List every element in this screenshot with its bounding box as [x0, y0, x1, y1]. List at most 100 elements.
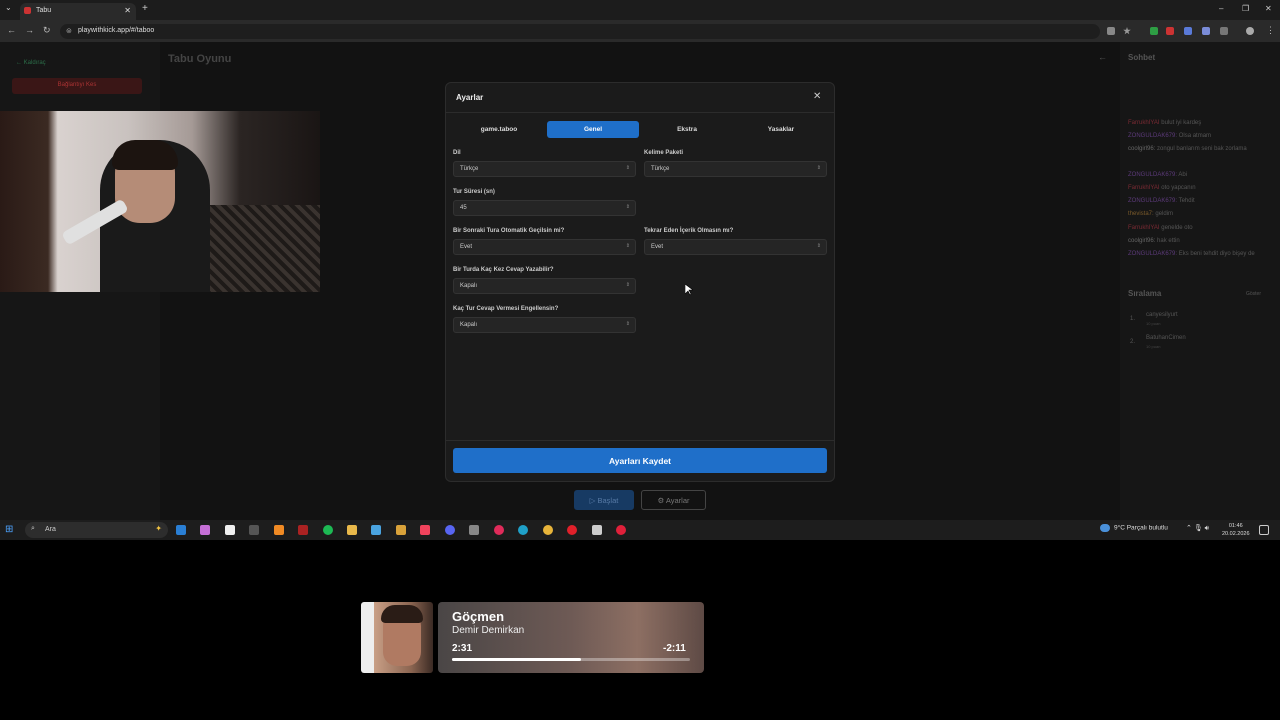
language-select[interactable]: Türkçe ⇕: [453, 161, 636, 177]
ranking-number: 2.: [1130, 339, 1136, 345]
word-pack-select[interactable]: Türkçe ⇕: [644, 161, 827, 177]
ranking-toggle-button[interactable]: Göster: [1246, 291, 1261, 297]
mouse-cursor-icon: [685, 284, 693, 296]
system-tray[interactable]: ⌃ 🎙︎ 🔊︎: [1186, 524, 1209, 533]
edge-icon[interactable]: [518, 525, 528, 535]
terminal-icon[interactable]: [249, 525, 259, 535]
clock-date: 20.02.2026: [1222, 531, 1250, 537]
back-link[interactable]: ← Kaldıraç: [16, 60, 46, 66]
translate-icon[interactable]: [1107, 27, 1115, 35]
site-info-icon[interactable]: ⊜: [66, 27, 72, 35]
tab-game-taboo[interactable]: game.taboo: [453, 121, 545, 138]
volume-icon[interactable]: 🔊︎: [1205, 525, 1209, 532]
chat-message: coolgirl96: hak ettin: [1128, 237, 1276, 245]
modal-divider: [446, 112, 834, 113]
chat-message: ZONGULDAK679: Eks beni tehdit diyo bişey…: [1128, 250, 1276, 258]
outlook-icon[interactable]: [176, 525, 186, 535]
windows-start-icon[interactable]: ⊞: [5, 524, 13, 535]
chrome-icon[interactable]: [543, 525, 553, 535]
record-icon[interactable]: [616, 525, 626, 535]
block-rounds-label: Kaç Tur Cevap Vermesi Engellensin?: [453, 306, 559, 312]
tab-close-icon[interactable]: ✕: [124, 6, 131, 15]
browser-tab[interactable]: Tabu ✕: [20, 3, 136, 20]
block-rounds-select[interactable]: Kapalı ⇕: [453, 317, 636, 333]
taskbar-clock[interactable]: 01:46 20.02.2026: [1222, 522, 1250, 538]
chat-username[interactable]: ZONGULDAK679:: [1128, 133, 1177, 139]
media-icon[interactable]: [298, 525, 308, 535]
reload-icon[interactable]: ↻: [43, 25, 51, 36]
microphone-icon[interactable]: 🎙︎: [1194, 525, 1203, 532]
select-arrows-icon: ⇕: [625, 165, 630, 171]
chat-username[interactable]: coolgirl96:: [1128, 146, 1155, 152]
modal-footer-divider: [446, 440, 834, 441]
extension-pdf-icon[interactable]: [1166, 27, 1174, 35]
language-value: Türkçe: [460, 166, 479, 172]
chat-panel: [1120, 42, 1280, 520]
modal-close-icon[interactable]: ✕: [813, 91, 821, 102]
spotify-icon[interactable]: [323, 525, 333, 535]
stepper-arrows-icon[interactable]: ⇕: [626, 204, 630, 210]
search-placeholder: Ara: [45, 526, 56, 533]
settings-button[interactable]: ⚙ Ayarlar: [641, 490, 706, 510]
music-icon[interactable]: [420, 525, 430, 535]
modal-title: Ayarlar: [456, 93, 484, 102]
extension-grid-icon[interactable]: [1202, 27, 1210, 35]
chat-text: oto yapcanın: [1161, 185, 1196, 191]
tab-ekstra[interactable]: Ekstra: [641, 121, 733, 138]
chat-username[interactable]: ZONGULDAK679:: [1128, 198, 1177, 204]
weather-widget[interactable]: 9°C Parçalı bulutlu: [1100, 524, 1168, 532]
copilot-icon[interactable]: [200, 525, 210, 535]
no-repeat-select[interactable]: Evet ⇕: [644, 239, 827, 255]
chat-username[interactable]: FarrukhIYAI: [1128, 225, 1160, 231]
chat-username[interactable]: FarrukhIYAI: [1128, 185, 1160, 191]
discord-icon[interactable]: [445, 525, 455, 535]
extension-blue-icon[interactable]: [1184, 27, 1192, 35]
taskbar-search[interactable]: ⌕ Ara ✦: [25, 522, 168, 538]
opera-icon[interactable]: [567, 525, 577, 535]
chat-username[interactable]: ZONGULDAK679:: [1128, 172, 1177, 178]
chat-message: FarrukhIYAI genelde oto: [1128, 224, 1276, 232]
extensions-puzzle-icon[interactable]: [1220, 27, 1228, 35]
word-pack-label: Kelime Paketi: [644, 150, 684, 156]
restore-icon[interactable]: ❐: [1242, 4, 1249, 13]
answers-per-round-select[interactable]: Kapalı ⇕: [453, 278, 636, 294]
tv-icon[interactable]: [469, 525, 479, 535]
forward-icon[interactable]: →: [25, 25, 34, 35]
chat-username[interactable]: ZONGULDAK679:: [1128, 251, 1177, 257]
calendar-icon[interactable]: [225, 525, 235, 535]
disconnect-button[interactable]: Bağlantıyı Kes: [12, 78, 142, 94]
ranking-name: BatuhanCimen: [1146, 335, 1186, 341]
shield-app-icon[interactable]: [396, 525, 406, 535]
app-icon[interactable]: [592, 525, 602, 535]
notification-icon[interactable]: [1259, 525, 1269, 535]
new-tab-icon[interactable]: +: [142, 3, 148, 14]
red-app-icon[interactable]: [494, 525, 504, 535]
back-icon[interactable]: ←: [7, 25, 16, 35]
tab-search-icon[interactable]: ⌄: [5, 3, 12, 12]
extension-shield-icon[interactable]: [1150, 27, 1158, 35]
vlc-icon[interactable]: [274, 525, 284, 535]
tray-chevron-icon[interactable]: ⌃: [1186, 525, 1192, 532]
url-bar[interactable]: ⊜ playwithkick.app/#/taboo: [60, 24, 1100, 39]
chat-username[interactable]: FarrukhIYAI: [1128, 120, 1160, 126]
weather-cloud-icon: [1100, 524, 1110, 532]
auto-next-select[interactable]: Evet ⇕: [453, 239, 636, 255]
profile-avatar-icon[interactable]: [1246, 27, 1254, 35]
select-arrows-icon: ⇕: [816, 243, 821, 249]
round-time-input[interactable]: 45 ⇕: [453, 200, 636, 216]
chat-username[interactable]: thevista7:: [1128, 211, 1154, 217]
chat-username[interactable]: coolgirl96:: [1128, 238, 1155, 244]
network-icon[interactable]: [371, 525, 381, 535]
select-arrows-icon: ⇕: [625, 282, 630, 288]
minimize-icon[interactable]: –: [1219, 4, 1223, 13]
browser-menu-icon[interactable]: ⋮: [1266, 25, 1275, 36]
tab-yasaklar[interactable]: Yasaklar: [735, 121, 827, 138]
files-icon[interactable]: [347, 525, 357, 535]
language-label: Dil: [453, 150, 461, 156]
start-button[interactable]: ▷ Başlat: [574, 490, 634, 510]
auto-next-value: Evet: [460, 244, 473, 250]
collapse-arrow-icon[interactable]: ←: [1098, 52, 1107, 62]
close-window-icon[interactable]: ✕: [1265, 4, 1272, 13]
tab-genel[interactable]: Genel: [547, 121, 639, 138]
save-settings-button[interactable]: Ayarları Kaydet: [453, 448, 827, 473]
